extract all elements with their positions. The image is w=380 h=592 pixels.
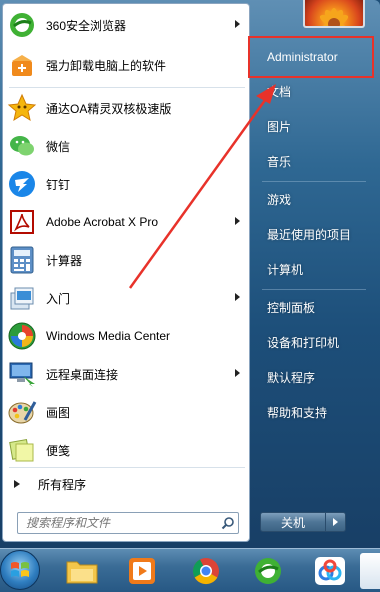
- calculator-icon: [6, 244, 38, 276]
- program-label: Windows Media Center: [46, 329, 171, 343]
- all-programs-button[interactable]: 所有程序: [6, 470, 246, 498]
- default-programs-label: 默认程序: [267, 370, 316, 385]
- program-label: 微信: [46, 139, 71, 154]
- program-separator: [9, 87, 245, 88]
- menu-recent-items[interactable]: 最近使用的项目: [258, 219, 368, 249]
- paint-icon: [6, 396, 38, 428]
- media-player-icon[interactable]: [118, 552, 166, 590]
- shutdown-group: 关机: [260, 512, 348, 532]
- menu-computer[interactable]: 计算机: [258, 254, 368, 284]
- recent-items-label: 最近使用的项目: [267, 227, 352, 242]
- games-label: 游戏: [267, 192, 292, 207]
- file-explorer-icon[interactable]: [58, 552, 106, 590]
- shutdown-label: 关机: [280, 515, 305, 530]
- program-wechat[interactable]: 微信: [6, 128, 246, 164]
- program-adobe-acrobat[interactable]: Adobe Acrobat X Pro: [6, 204, 246, 240]
- program-label: 入门: [46, 291, 71, 306]
- programs-pane: 360安全浏览器 强力卸载电脑上的软件 通达OA精灵双核极速版 微信 钉钉 Ad…: [2, 3, 250, 542]
- taskbar-overflow[interactable]: [360, 552, 380, 590]
- shutdown-options-button[interactable]: [326, 512, 346, 532]
- acrobat-icon: [6, 206, 38, 238]
- search-box[interactable]: [17, 512, 239, 534]
- shutdown-button[interactable]: 关机: [260, 512, 326, 532]
- program-media-center[interactable]: Windows Media Center: [6, 318, 246, 354]
- program-getting-started[interactable]: 入门: [6, 280, 246, 316]
- remote-desktop-icon: [6, 358, 38, 390]
- program-label: 计算器: [46, 253, 83, 268]
- submenu-arrow-icon[interactable]: [235, 369, 240, 377]
- music-label: 音乐: [267, 154, 292, 169]
- right-separator: [262, 181, 366, 182]
- uninstall-box-icon: [6, 49, 38, 81]
- getting-started-icon: [6, 282, 38, 314]
- program-calculator[interactable]: 计算器: [6, 242, 246, 278]
- 360-browser-taskbar-icon[interactable]: [244, 552, 292, 590]
- expand-arrow-icon: [14, 480, 20, 488]
- user-account-item[interactable]: Administrator: [248, 36, 374, 78]
- wechat-icon: [6, 130, 38, 162]
- all-programs-separator: [9, 467, 245, 468]
- menu-games[interactable]: 游戏: [258, 184, 368, 214]
- menu-control-panel[interactable]: 控制面板: [258, 292, 368, 322]
- program-label: 画图: [46, 405, 71, 420]
- program-remote-desktop[interactable]: 远程桌面连接: [6, 356, 246, 392]
- program-sticky-notes[interactable]: 便笺: [6, 432, 246, 468]
- user-picture[interactable]: [303, 0, 365, 28]
- submenu-arrow-icon[interactable]: [235, 20, 240, 28]
- documents-label: 文档: [267, 84, 292, 99]
- dingtalk-icon: [6, 168, 38, 200]
- menu-documents[interactable]: 文档: [258, 76, 368, 106]
- media-center-icon: [6, 320, 38, 352]
- sticky-notes-icon: [6, 434, 38, 466]
- search-icon[interactable]: [218, 513, 238, 533]
- program-label: 便笺: [46, 443, 71, 458]
- menu-pictures[interactable]: 图片: [258, 111, 368, 141]
- submenu-arrow-icon[interactable]: [235, 217, 240, 225]
- computer-label: 计算机: [267, 262, 304, 277]
- program-label: 远程桌面连接: [46, 367, 119, 382]
- program-label: Adobe Acrobat X Pro: [46, 215, 159, 229]
- help-support-label: 帮助和支持: [267, 405, 328, 420]
- devices-printers-label: 设备和打印机: [267, 335, 340, 350]
- star-icon: [6, 92, 38, 124]
- menu-music[interactable]: 音乐: [258, 146, 368, 176]
- start-orb-icon[interactable]: [0, 550, 40, 590]
- start-menu: 360安全浏览器 强力卸载电脑上的软件 通达OA精灵双核极速版 微信 钉钉 Ad…: [0, 0, 380, 548]
- 360-browser-icon: [6, 9, 38, 41]
- taskbar: [0, 548, 380, 592]
- right-separator: [262, 289, 366, 290]
- submenu-arrow-icon[interactable]: [235, 293, 240, 301]
- user-name: Administrator: [267, 50, 338, 64]
- menu-help-support[interactable]: 帮助和支持: [258, 397, 368, 427]
- program-360-browser[interactable]: 360安全浏览器: [6, 7, 246, 43]
- program-tongda-oa[interactable]: 通达OA精灵双核极速版: [6, 90, 246, 126]
- chrome-icon[interactable]: [182, 552, 230, 590]
- program-label: 通达OA精灵双核极速版: [46, 101, 172, 116]
- baidu-netdisk-icon[interactable]: [306, 552, 354, 590]
- all-programs-label: 所有程序: [38, 477, 87, 492]
- program-label: 360安全浏览器: [46, 18, 127, 33]
- program-label: 强力卸载电脑上的软件: [46, 58, 167, 73]
- program-label: 钉钉: [46, 177, 71, 192]
- program-paint[interactable]: 画图: [6, 394, 246, 430]
- menu-devices-printers[interactable]: 设备和打印机: [258, 327, 368, 357]
- control-panel-label: 控制面板: [267, 300, 316, 315]
- chevron-right-icon: [333, 518, 338, 526]
- menu-default-programs[interactable]: 默认程序: [258, 362, 368, 392]
- search-input[interactable]: [18, 514, 218, 532]
- program-dingtalk[interactable]: 钉钉: [6, 166, 246, 202]
- program-uninstaller[interactable]: 强力卸载电脑上的软件: [6, 47, 246, 83]
- pictures-label: 图片: [267, 119, 292, 134]
